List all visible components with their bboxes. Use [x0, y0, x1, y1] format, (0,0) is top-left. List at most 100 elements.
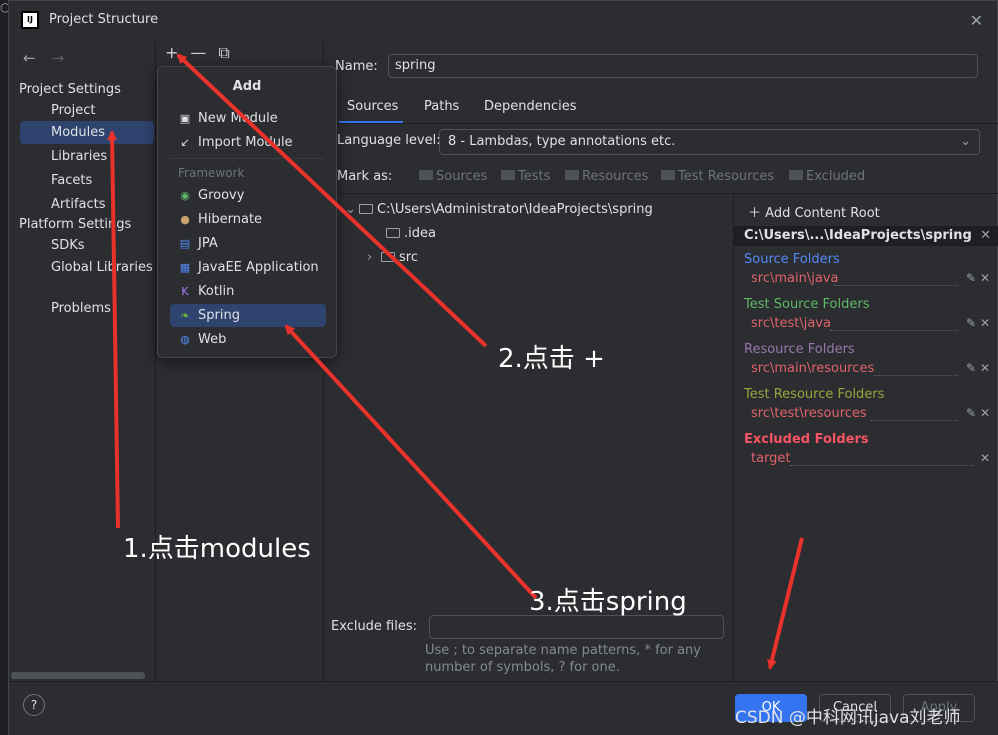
source-folder-path: src\main\java [751, 271, 838, 286]
tree-item-src[interactable]: › src [367, 250, 418, 265]
tab-sources[interactable]: Sources [347, 99, 398, 114]
add-content-root-button[interactable]: ＋ Add Content Root [748, 202, 880, 221]
horizontal-scrollbar[interactable] [11, 672, 145, 679]
kotlin-icon: K [178, 280, 192, 303]
excluded-folder-path: target [751, 451, 791, 466]
dotted-leader [874, 375, 958, 376]
forward-arrow-icon[interactable]: → [52, 49, 65, 67]
folder-icon [501, 170, 515, 180]
language-level-select[interactable]: 8 - Lambdas, type annotations etc. ⌄ [439, 129, 980, 155]
menu-item-web[interactable]: ◍Web [170, 328, 326, 351]
folder-icon [381, 252, 395, 262]
nav-item-sdks[interactable]: SDKs [20, 234, 154, 257]
project-settings-title: Project Settings [19, 82, 121, 97]
menu-item-label: JavaEE Application [198, 260, 319, 275]
tree-root[interactable]: ⌄ C:\Users\Administrator\IdeaProjects\spr… [345, 202, 653, 217]
mark-resources-button[interactable]: Resources [565, 169, 648, 184]
language-level-label: Language level: [337, 133, 441, 148]
edit-icon[interactable]: ✎ [966, 271, 976, 285]
import-icon: ↙ [178, 131, 192, 154]
content-root-label: C:\Users\...\IdeaProjects\spring [744, 228, 972, 243]
dotted-leader [834, 285, 958, 286]
edit-icon[interactable]: ✎ [966, 406, 976, 420]
nav-item-artifacts[interactable]: Artifacts [20, 193, 154, 216]
tree-item-idea[interactable]: .idea [386, 226, 436, 241]
chevron-down-icon[interactable]: ⌄ [345, 202, 359, 217]
chevron-right-icon[interactable]: › [367, 250, 381, 265]
plus-icon: ＋ [748, 206, 761, 221]
new-module-icon: ▣ [178, 107, 192, 130]
close-icon[interactable]: ✕ [980, 271, 990, 285]
close-icon[interactable]: ✕ [980, 226, 991, 246]
web-icon: ◍ [178, 328, 192, 351]
menu-item-import-module[interactable]: ↙Import Module [170, 131, 326, 154]
menu-item-label: Spring [198, 308, 240, 323]
close-icon[interactable]: ✕ [980, 451, 990, 465]
menu-item-label: Kotlin [198, 284, 234, 299]
annotation-step3: 3.点击spring [529, 581, 687, 618]
edit-icon[interactable]: ✎ [966, 316, 976, 330]
menu-item-spring[interactable]: ❧Spring [170, 304, 326, 327]
language-level-value: 8 - Lambdas, type annotations etc. [448, 134, 675, 149]
source-folders-title: Source Folders [744, 252, 840, 267]
copy-icon[interactable]: ⧉ [218, 43, 229, 62]
menu-item-label: Groovy [198, 188, 244, 203]
close-icon[interactable]: ✕ [980, 316, 990, 330]
nav-item-facets[interactable]: Facets [20, 169, 154, 192]
menu-item-new-module[interactable]: ▣New Module [170, 107, 326, 130]
framework-section-title: Framework [178, 166, 244, 180]
tab-paths[interactable]: Paths [424, 99, 459, 114]
edge-glyph: ○ [0, 0, 8, 14]
close-icon[interactable]: ✕ [970, 11, 983, 30]
watermark: CSDN @中科网讯java刘老师 [735, 703, 961, 728]
chevron-down-icon: ⌄ [960, 130, 971, 154]
exclude-files-input[interactable] [429, 615, 724, 639]
menu-item-kotlin[interactable]: K Kotlin [170, 280, 326, 303]
close-icon[interactable]: ✕ [980, 361, 990, 375]
add-content-root-label: Add Content Root [765, 206, 880, 221]
nav-history: ←→ [23, 49, 80, 67]
remove-icon[interactable]: — [190, 43, 206, 62]
menu-item-jpa[interactable]: ▤JPA [170, 232, 326, 255]
add-popup-menu: Add ▣New Module ↙Import Module Framework… [157, 66, 337, 358]
annotation-step1: 1.点击modules [123, 528, 311, 565]
menu-separator [170, 158, 324, 159]
source-folder-actions: ✎ ✕ [966, 271, 990, 285]
popup-title: Add [158, 79, 336, 94]
add-icon[interactable]: + [165, 43, 178, 62]
name-label: Name: [335, 59, 378, 74]
nav-item-global-libraries[interactable]: Global Libraries [20, 256, 154, 279]
tree-root-label: C:\Users\Administrator\IdeaProjects\spri… [377, 202, 653, 217]
tab-dependencies[interactable]: Dependencies [484, 99, 577, 114]
back-arrow-icon[interactable]: ← [23, 49, 36, 67]
title-bar: IJ Project Structure ✕ [9, 1, 997, 41]
nav-item-libraries[interactable]: Libraries [20, 145, 154, 168]
menu-item-hibernate[interactable]: ●Hibernate [170, 208, 326, 231]
test-source-folders-title: Test Source Folders [744, 297, 869, 312]
excluded-folders-title: Excluded Folders [744, 432, 869, 447]
folder-icon [419, 170, 433, 180]
mark-test-resources-button[interactable]: Test Resources [661, 169, 774, 184]
mark-sources-button[interactable]: Sources [419, 169, 487, 184]
test-source-folder-actions: ✎ ✕ [966, 316, 990, 330]
exclude-files-label: Exclude files: [331, 619, 417, 634]
edit-icon[interactable]: ✎ [966, 361, 976, 375]
nav-item-problems[interactable]: Problems [20, 297, 154, 320]
test-resource-folders-title: Test Resource Folders [744, 387, 884, 402]
menu-item-javaee[interactable]: ▦JavaEE Application [170, 256, 326, 279]
folder-icon [359, 204, 373, 214]
mark-tests-label: Tests [518, 169, 550, 184]
help-button[interactable]: ? [23, 694, 45, 716]
mark-as-label: Mark as: [337, 169, 392, 184]
menu-item-groovy[interactable]: ◉Groovy [170, 184, 326, 207]
mark-resources-label: Resources [582, 169, 648, 184]
close-icon[interactable]: ✕ [980, 406, 990, 420]
content-root-path: C:\Users\...\IdeaProjects\spring ✕ [734, 226, 998, 246]
folder-icon [661, 170, 675, 180]
tree-item-label: src [399, 250, 418, 265]
mark-excluded-button[interactable]: Excluded [789, 169, 865, 184]
nav-item-project[interactable]: Project [20, 99, 154, 122]
mark-tests-button[interactable]: Tests [501, 169, 550, 184]
module-name-input[interactable]: spring [388, 54, 978, 78]
nav-item-modules[interactable]: Modules [20, 121, 154, 144]
